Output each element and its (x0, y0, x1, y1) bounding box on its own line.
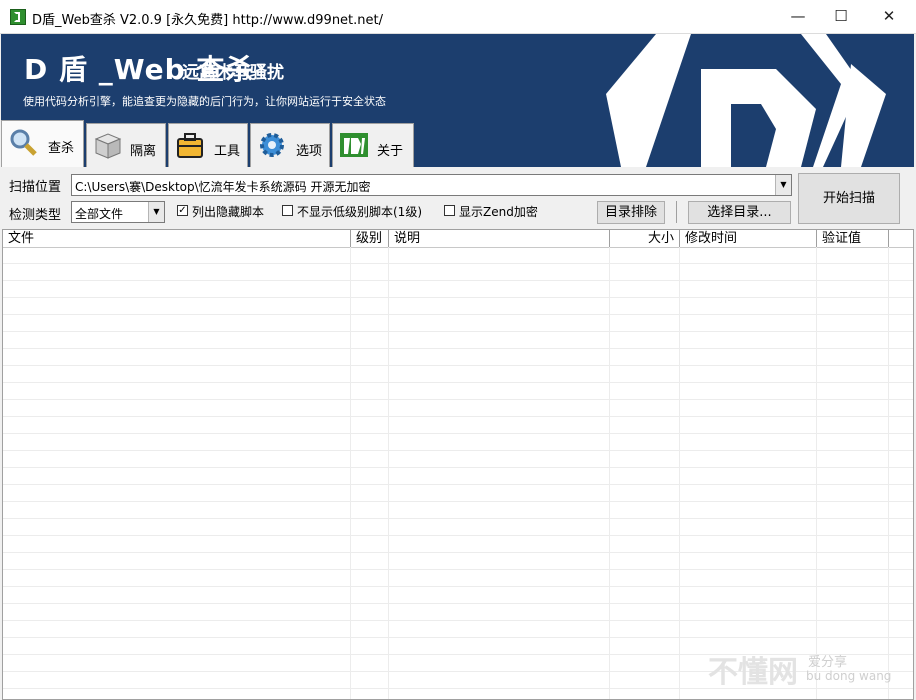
show-hidden-scripts-label: 列出隐藏脚本 (192, 205, 265, 219)
title-bar: D盾_Web查杀 V2.0.9 [永久免费] http://www.d99net… (0, 0, 916, 34)
scan-path-value: C:\Users\褰\Desktop\忆流年发卡系统源码 开源无加密 (75, 180, 371, 194)
magnifier-icon (10, 129, 37, 156)
exclude-directory-button[interactable]: 目录排除 (597, 201, 665, 224)
tab-tools-label: 工具 (214, 144, 241, 159)
close-button[interactable]: ✕ (866, 0, 912, 33)
hide-low-level-label: 不显示低级别脚本(1级) (297, 205, 422, 219)
scan-path-label: 扫描位置 (9, 180, 62, 195)
chevron-down-icon[interactable]: ▼ (775, 175, 791, 195)
toolbar-separator (676, 201, 677, 223)
tab-about[interactable]: 关于 (332, 123, 414, 167)
check-icon[interactable]: ✓ (177, 205, 188, 216)
checkbox-box[interactable] (444, 205, 455, 216)
chevron-down-icon[interactable]: ▼ (148, 202, 164, 222)
banner-description: 使用代码分析引擎，能追查更为隐藏的后门行为，让你网站运行于安全状态 (23, 95, 386, 108)
scan-type-label: 检测类型 (9, 208, 62, 223)
maximize-button[interactable]: ☐ (818, 0, 864, 33)
dshield-logo-icon (606, 34, 886, 167)
column-description[interactable]: 说明 (389, 230, 610, 247)
start-scan-button[interactable]: 开始扫描 (798, 173, 900, 224)
banner-subtitle: 远离木马骚扰 (182, 63, 284, 83)
table-body (3, 247, 913, 699)
grid-line (350, 247, 351, 699)
column-file[interactable]: 文件 (3, 230, 351, 247)
choose-directory-button[interactable]: 选择目录... (688, 201, 791, 224)
app-icon (10, 9, 26, 25)
tab-quarantine[interactable]: 隔离 (86, 123, 166, 167)
box-icon (94, 133, 122, 159)
column-size[interactable]: 大小 (610, 230, 680, 247)
watermark: 不懂网 爱分享 bu dong wang (706, 647, 906, 690)
table-header: 文件 级别 说明 大小 修改时间 验证值 (3, 230, 913, 248)
grid-line (816, 247, 817, 699)
watermark-side: 爱分享 (808, 655, 848, 670)
scan-type-select[interactable]: 全部文件 ▼ (71, 201, 165, 223)
tab-scan-label: 查杀 (48, 141, 75, 156)
grid-line (888, 247, 889, 699)
grid-line (388, 247, 389, 699)
grid-line (679, 247, 680, 699)
grid-line (609, 247, 610, 699)
watermark-pinyin: bu dong wang (806, 669, 892, 683)
show-zend-label: 显示Zend加密 (459, 205, 538, 219)
tab-tools[interactable]: 工具 (168, 123, 248, 167)
toolbox-icon (177, 133, 203, 158)
tab-scan[interactable]: 查杀 (1, 120, 84, 167)
results-table[interactable]: 文件 级别 说明 大小 修改时间 验证值 (2, 229, 914, 700)
scan-path-combo[interactable]: C:\Users\褰\Desktop\忆流年发卡系统源码 开源无加密 ▼ (71, 174, 792, 196)
watermark-main: 不懂网 (708, 655, 798, 690)
column-modified[interactable]: 修改时间 (680, 230, 817, 247)
minimize-button[interactable]: — (775, 0, 821, 33)
window-title: D盾_Web查杀 V2.0.9 [永久免费] http://www.d99net… (32, 13, 384, 28)
column-level[interactable]: 级别 (351, 230, 389, 247)
dshield-logo-icon (340, 133, 368, 157)
scan-type-value: 全部文件 (75, 207, 124, 221)
tab-options-label: 选项 (296, 144, 323, 159)
tab-options[interactable]: 选项 (250, 123, 330, 167)
column-hash[interactable]: 验证值 (817, 230, 889, 247)
gear-icon (260, 133, 284, 157)
checkbox-box[interactable] (282, 205, 293, 216)
tab-about-label: 关于 (377, 144, 404, 159)
tab-quarantine-label: 隔离 (130, 144, 157, 159)
